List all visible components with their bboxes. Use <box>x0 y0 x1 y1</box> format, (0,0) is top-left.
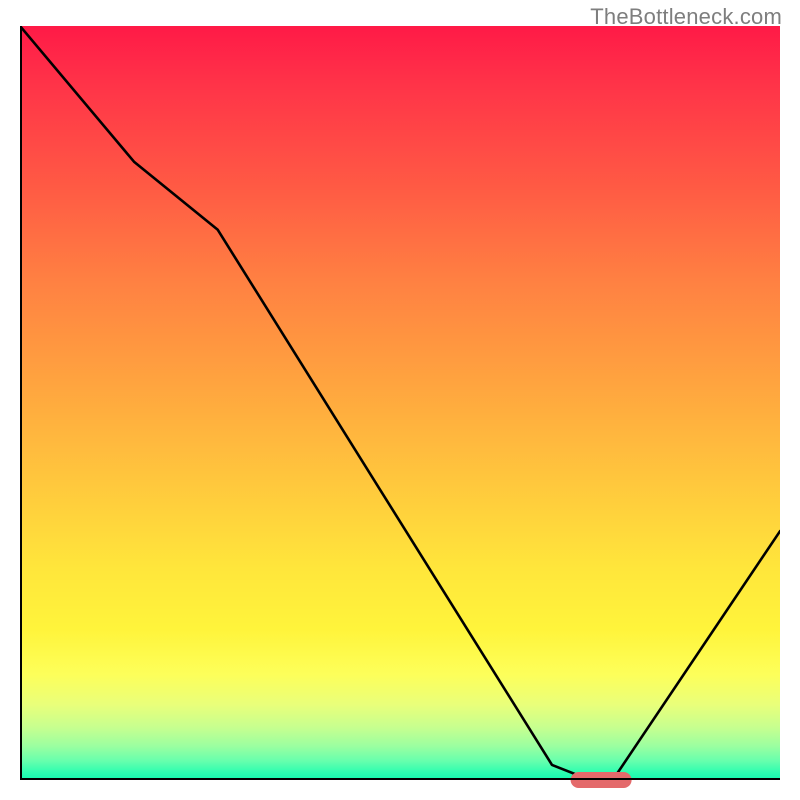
plot-area <box>20 26 780 780</box>
line-series-path <box>20 26 780 780</box>
watermark-label: TheBottleneck.com <box>590 4 782 30</box>
chart-container: TheBottleneck.com <box>0 0 800 800</box>
optimum-marker <box>571 772 632 788</box>
